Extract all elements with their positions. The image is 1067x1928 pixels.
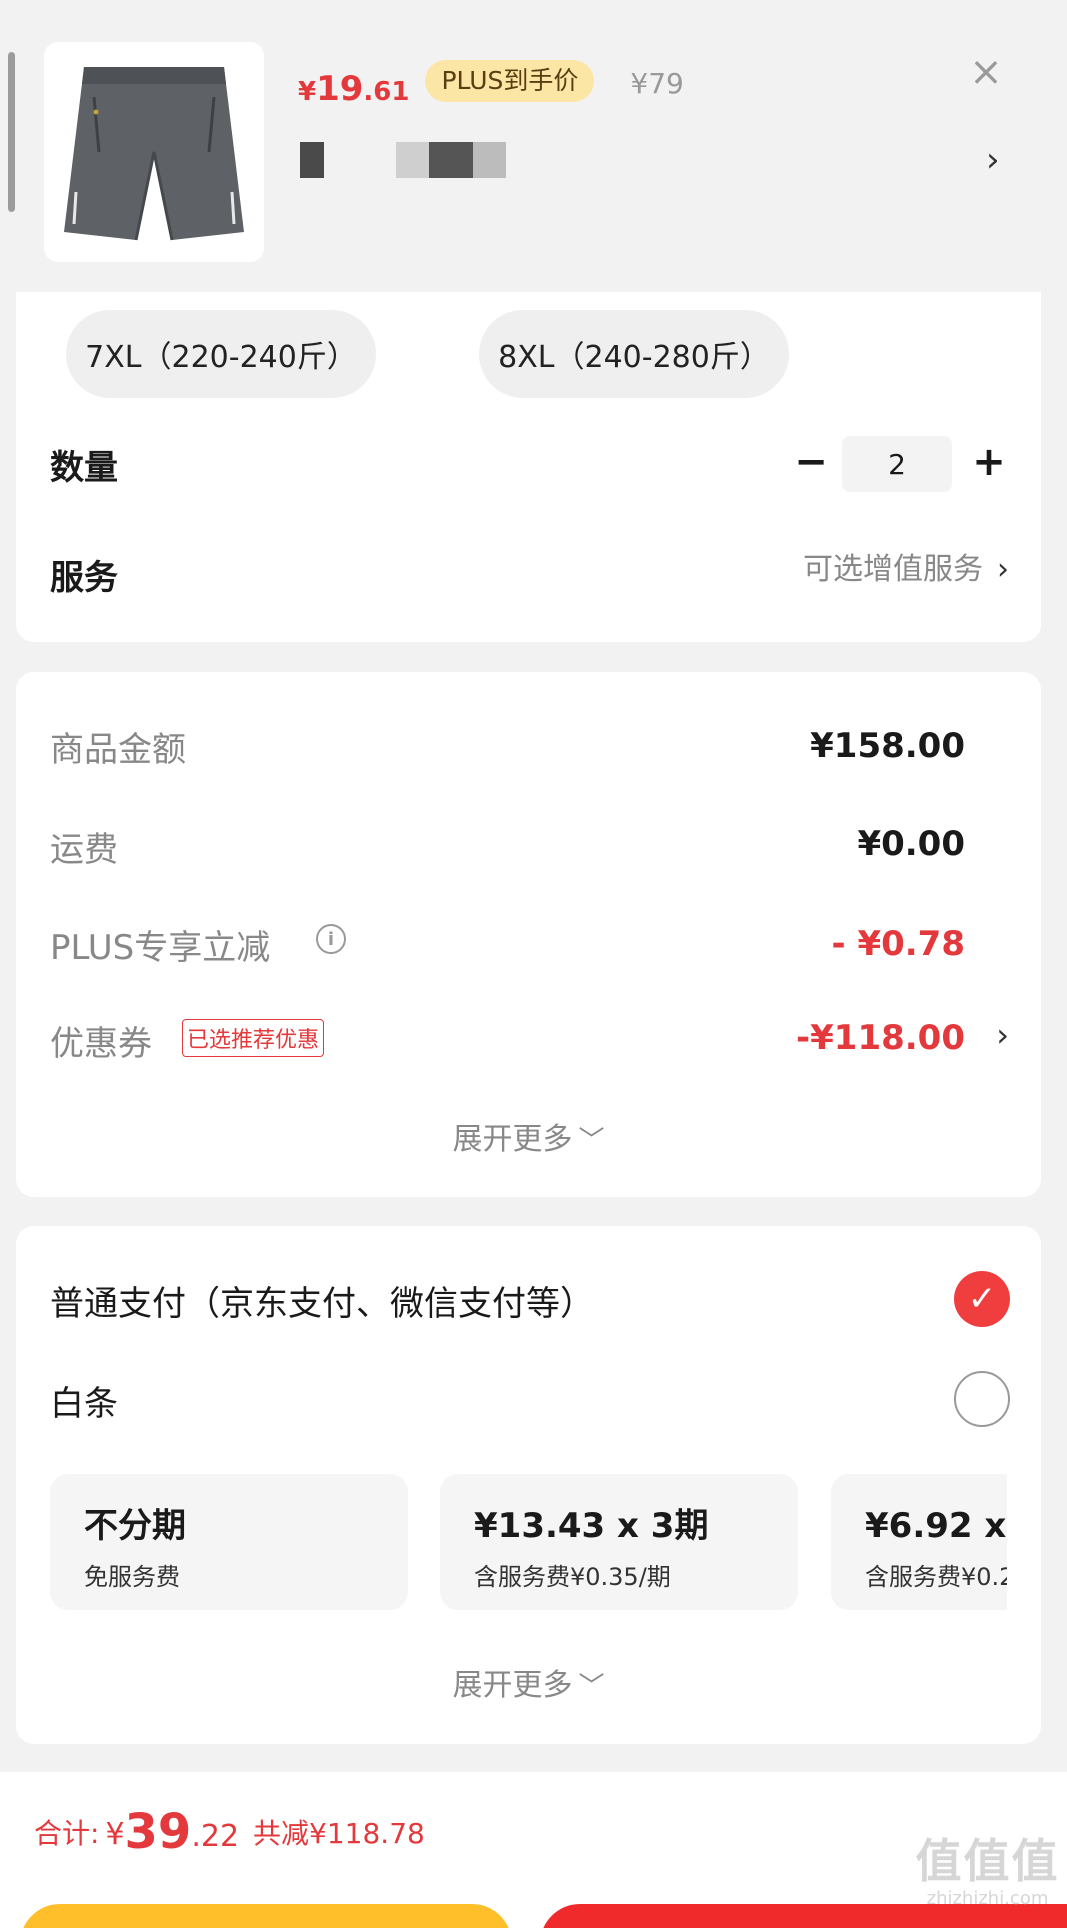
installment-subtitle: 免服务费 <box>84 1563 180 1591</box>
product-image <box>44 42 264 262</box>
blurred-text <box>396 142 506 178</box>
info-icon[interactable]: i <box>316 924 346 954</box>
product-header: ¥19.61 PLUS到手价 ¥79 × › <box>0 0 1067 295</box>
installment-option[interactable]: ¥6.92 x 6期 含服务费¥0.28/期 <box>831 1474 1007 1610</box>
price-decimal: .61 <box>363 77 410 107</box>
payment-card: 普通支付（京东支付、微信支付等） ✓ 白条 不分期 免服务费 ¥13.43 x … <box>16 1226 1041 1744</box>
price-row: ¥19.61 PLUS到手价 ¥79 <box>298 46 684 106</box>
plus-icon: + <box>972 439 1006 485</box>
size-option-7xl[interactable]: 7XL（220-240斤） <box>66 310 376 398</box>
checkmark-icon: ✓ <box>967 1279 997 1319</box>
service-selector[interactable]: 可选增值服务 › <box>803 544 1009 588</box>
chevron-down-icon: ﹀ <box>578 1672 605 1702</box>
total-saved: 共减¥118.78 <box>253 1817 425 1850</box>
normal-payment-label[interactable]: 普通支付（京东支付、微信支付等） <box>50 1276 594 1325</box>
quantity-input[interactable]: 2 <box>842 436 952 492</box>
chevron-right-icon: › <box>997 552 1009 587</box>
expand-more-button[interactable]: 展开更多 ﹀ <box>16 1660 1041 1704</box>
price-detail-card: 商品金额 ¥158.00 运费 ¥0.00 PLUS专享立减 i - ¥0.78… <box>16 672 1041 1197</box>
total-label: 合计: <box>34 1817 100 1850</box>
minus-icon: − <box>794 439 828 485</box>
expand-more-button[interactable]: 展开更多 ﹀ <box>16 1114 1041 1158</box>
installment-title: ¥6.92 x 6期 <box>865 1506 1007 1546</box>
expand-more-label: 展开更多 <box>452 1122 573 1157</box>
order-total: 合计: ¥ 39 .22 共减¥118.78 <box>34 1808 425 1856</box>
site-watermark: 值值值 zhizhizhi.com <box>910 1838 1065 1909</box>
normal-payment-radio[interactable]: ✓ <box>954 1271 1010 1327</box>
quantity-decrease-button[interactable]: − <box>786 437 836 487</box>
goods-amount-label: 商品金额 <box>50 730 186 770</box>
plus-discount-label: PLUS专享立减 <box>50 928 271 968</box>
expand-more-label: 展开更多 <box>452 1668 573 1703</box>
price-currency: ¥ <box>298 77 317 107</box>
shorts-image <box>44 42 264 262</box>
plus-discount-value: - ¥0.78 <box>831 924 966 964</box>
watermark-url: zhizhizhi.com <box>926 1888 1049 1909</box>
installment-subtitle: 含服务费¥0.35/期 <box>474 1563 671 1591</box>
chevron-down-icon: ﹀ <box>578 1126 605 1156</box>
blurred-text <box>300 142 324 178</box>
checkout-bar: 合计: ¥ 39 .22 共减¥118.78 <box>0 1772 1067 1928</box>
chevron-right-icon[interactable]: › <box>996 1016 1009 1054</box>
total-currency: ¥ <box>105 1817 125 1852</box>
total-integer: 39 <box>124 1804 192 1860</box>
installment-title: 不分期 <box>84 1506 186 1546</box>
installment-title: ¥13.43 x 3期 <box>474 1506 709 1546</box>
chevron-right-icon[interactable]: › <box>986 140 1000 180</box>
shipping-label: 运费 <box>50 830 118 870</box>
baitiao-radio[interactable] <box>954 1371 1010 1427</box>
installment-option[interactable]: 不分期 免服务费 <box>50 1474 408 1610</box>
total-decimal: .22 <box>191 1819 240 1854</box>
quantity-label: 数量 <box>50 448 118 488</box>
installment-option[interactable]: ¥13.43 x 3期 含服务费¥0.35/期 <box>440 1474 798 1610</box>
plus-price: ¥19.61 <box>298 72 409 106</box>
plus-price-badge: PLUS到手价 <box>425 60 595 102</box>
quantity-increase-button[interactable]: + <box>964 437 1014 487</box>
price-integer: 19 <box>316 69 364 109</box>
original-price: ¥79 <box>630 67 684 100</box>
installment-subtitle: 含服务费¥0.28/期 <box>865 1563 1007 1591</box>
goods-amount-value: ¥158.00 <box>810 726 965 766</box>
close-icon: × <box>969 49 1003 95</box>
size-option-8xl[interactable]: 8XL（240-280斤） <box>479 310 789 398</box>
service-hint-text: 可选增值服务 <box>803 552 983 587</box>
coupon-value[interactable]: -¥118.00 <box>796 1018 965 1058</box>
service-label: 服务 <box>50 558 118 598</box>
spec-card: 7XL（220-240斤） 8XL（240-280斤） 数量 − 2 + 服务 … <box>16 292 1041 642</box>
coupon-label: 优惠券 <box>50 1024 152 1064</box>
watermark-logo: 值值值 <box>915 1834 1060 1888</box>
coupon-recommended-tag: 已选推荐优惠 <box>182 1019 325 1057</box>
installment-options[interactable]: 不分期 免服务费 ¥13.43 x 3期 含服务费¥0.35/期 ¥6.92 x… <box>50 1474 1007 1612</box>
close-button[interactable]: × <box>956 42 1016 102</box>
baitiao-label[interactable]: 白条 <box>50 1376 118 1425</box>
shipping-value: ¥0.00 <box>857 824 965 864</box>
secondary-action-button[interactable] <box>20 1904 512 1928</box>
